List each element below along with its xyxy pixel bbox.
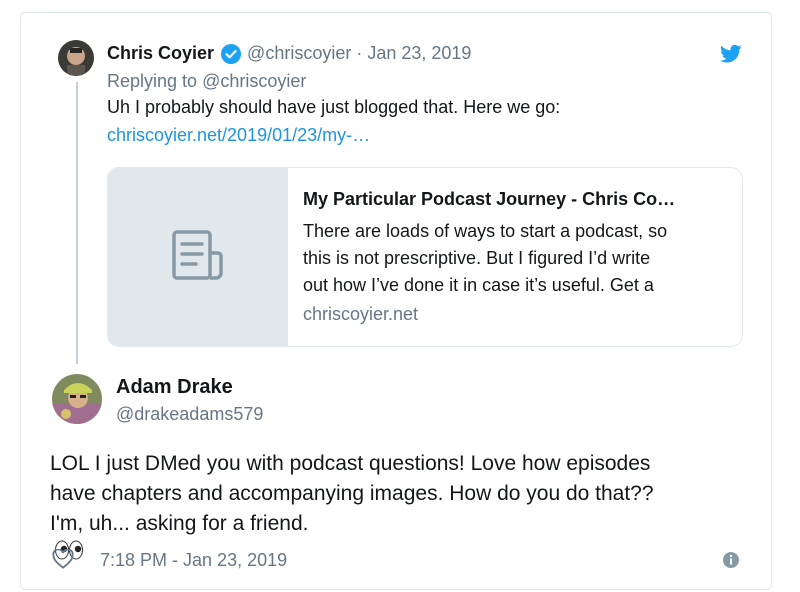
link-preview-description-line: this is not prescriptive. But I figured … — [303, 248, 651, 268]
replying-mention-link[interactable]: @chriscoyier — [202, 71, 306, 91]
link-preview-description-line: There are loads of ways to start a podca… — [303, 221, 668, 241]
header-separator: · — [356, 43, 363, 63]
link-preview-description-line: out how I’ve done it in case it’s useful… — [303, 275, 654, 295]
heart-icon[interactable] — [52, 548, 74, 569]
main-tweet-text-line: I'm, uh... asking for a friend. — [50, 512, 309, 535]
avatar-chris-coyier[interactable] — [58, 40, 94, 76]
link-preview-description: There are loads of ways to start a podca… — [303, 218, 726, 299]
main-tweet-text-line: LOL I just DMed you with podcast questio… — [50, 452, 651, 475]
link-preview-card[interactable]: My Particular Podcast Journey - Chris Co… — [107, 167, 743, 347]
link-preview-title: My Particular Podcast Journey - Chris Co… — [303, 189, 676, 209]
parent-author-name[interactable]: Chris Coyier — [107, 43, 214, 64]
verified-badge-icon — [221, 43, 242, 64]
tweet-timestamp[interactable]: 7:18 PM - Jan 23, 2019 — [100, 550, 287, 571]
document-icon — [171, 229, 225, 286]
main-author-handle[interactable]: @drakeadams579 — [116, 404, 263, 425]
parent-tweet-link[interactable]: chriscoyier.net/2019/01/23/my-… — [107, 125, 370, 146]
info-icon[interactable] — [722, 551, 740, 569]
replying-prefix: Replying to — [107, 71, 198, 91]
parent-tweet-text: Uh I probably should have just blogged t… — [107, 97, 561, 117]
main-tweet-text-line: have chapters and accompanying images. H… — [50, 482, 654, 505]
replying-to-line: Replying to @chriscoyier — [107, 71, 306, 92]
parent-tweet-date[interactable]: Jan 23, 2019 — [367, 43, 471, 64]
main-author-name[interactable]: Adam Drake — [116, 376, 233, 399]
thread-connector-line — [76, 82, 78, 364]
twitter-bird-icon[interactable] — [720, 44, 742, 64]
avatar-adam-drake[interactable] — [52, 374, 102, 424]
parent-author-handle[interactable]: @chriscoyier — [247, 43, 351, 64]
link-preview-body: My Particular Podcast Journey - Chris Co… — [303, 188, 726, 328]
parent-tweet-header: Chris Coyier @chriscoyier · Jan 23, 2019 — [107, 43, 471, 64]
link-preview-thumbnail — [108, 168, 288, 346]
link-preview-domain: chriscoyier.net — [303, 304, 419, 324]
